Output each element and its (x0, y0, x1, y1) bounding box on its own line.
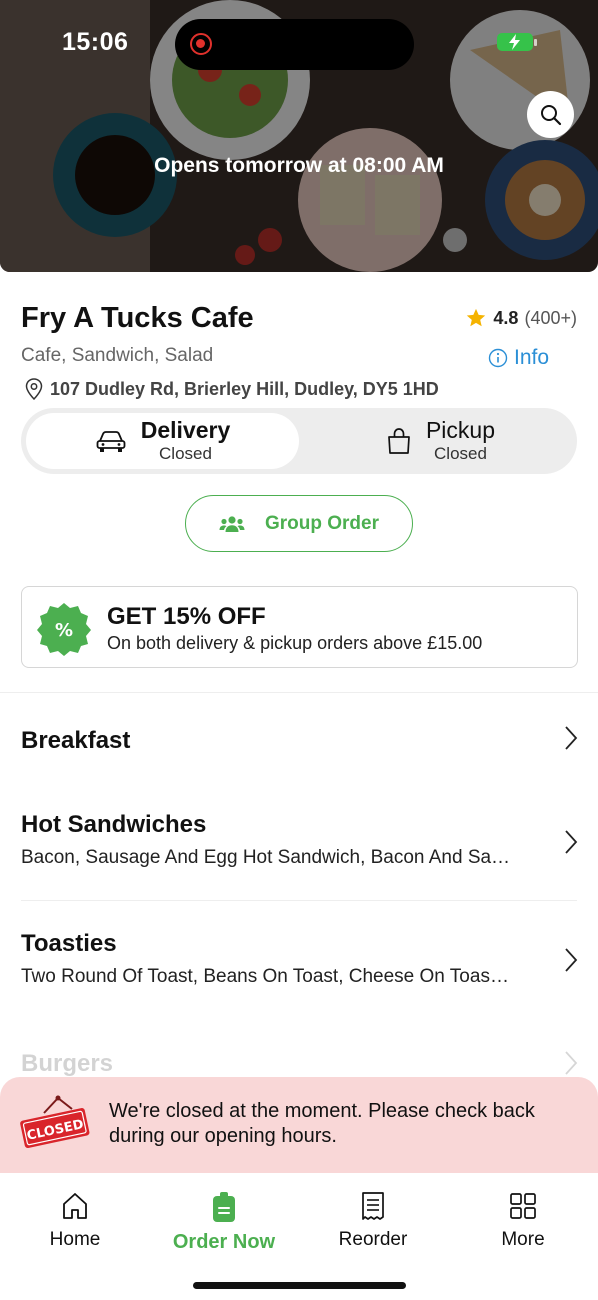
shop-address: 107 Dudley Rd, Brierley Hill, Dudley, DY… (24, 378, 439, 400)
category-name: Burgers (21, 1050, 114, 1077)
shop-rating: 4.8 (400+) (465, 307, 577, 329)
discount-badge-icon: % (37, 603, 91, 656)
category-name: Hot Sandwiches (21, 811, 207, 838)
chevron-right-icon[interactable] (563, 725, 579, 751)
section-divider (0, 692, 598, 693)
category-name: Toasties (21, 930, 117, 957)
category-burgers[interactable]: Burgers (21, 1050, 581, 1078)
category-name: Breakfast (21, 727, 131, 754)
group-people-icon (219, 515, 245, 532)
pickup-option[interactable]: Pickup Closed (304, 413, 577, 469)
status-bar-time: 15:06 (62, 28, 129, 56)
group-order-button[interactable]: Group Order (185, 495, 413, 552)
category-items-preview: Two Round Of Toast, Beans On Toast, Chee… (21, 966, 509, 987)
group-order-label: Group Order (264, 512, 379, 534)
info-icon (488, 348, 508, 368)
home-indicator[interactable] (193, 1282, 406, 1289)
battery-icon (497, 33, 537, 51)
rating-count: (400+) (524, 307, 577, 328)
screen-recording-icon (190, 33, 212, 55)
nav-label: Order Now (172, 1231, 276, 1253)
nav-reorder[interactable]: Reorder (313, 1191, 433, 1251)
order-bag-icon (213, 1192, 235, 1222)
address-text: 107 Dudley Rd, Brierley Hill, Dudley, DY… (50, 378, 439, 399)
search-button[interactable] (527, 91, 574, 138)
bottom-navigation: Home Order Now Reorder More (0, 1173, 598, 1300)
chevron-right-icon[interactable] (563, 1050, 579, 1076)
nav-order-now[interactable]: Order Now (164, 1191, 284, 1254)
opening-hours-message: Opens tomorrow at 08:00 AM (154, 154, 444, 177)
category-hot-sandwiches[interactable]: Hot Sandwiches Bacon, Sausage And Egg Ho… (21, 811, 581, 869)
chevron-right-icon[interactable] (563, 947, 579, 973)
closed-message: We're closed at the moment. Please check… (109, 1100, 535, 1147)
category-breakfast[interactable]: Breakfast (21, 727, 581, 755)
chevron-right-icon[interactable] (563, 829, 579, 855)
closed-banner: CLOSED We're closed at the moment. Pleas… (0, 1077, 598, 1173)
nav-label: Reorder (338, 1229, 408, 1250)
nav-label: More (501, 1229, 545, 1250)
order-mode-toggle: Delivery Closed Pickup Closed (21, 408, 577, 474)
star-icon (467, 308, 486, 327)
category-items-preview: Bacon, Sausage And Egg Hot Sandwich, Bac… (21, 847, 511, 868)
pickup-label: Pickup (425, 417, 496, 443)
info-link[interactable]: Info (488, 346, 549, 370)
category-divider (21, 900, 577, 901)
grid-icon (510, 1193, 536, 1219)
closed-sign-icon: CLOSED (20, 1095, 90, 1149)
promo-description: On both delivery & pickup orders above £… (107, 633, 483, 653)
search-icon (540, 104, 561, 125)
location-pin-icon (25, 378, 43, 400)
nav-label: Home (49, 1229, 101, 1250)
pickup-status: Closed (434, 444, 487, 463)
delivery-option[interactable]: Delivery Closed (26, 413, 299, 469)
info-label: Info (514, 346, 550, 369)
receipt-icon (362, 1192, 384, 1220)
nav-more[interactable]: More (463, 1191, 583, 1251)
category-toasties[interactable]: Toasties Two Round Of Toast, Beans On To… (21, 930, 581, 988)
shop-cuisine: Cafe, Sandwich, Salad (21, 345, 214, 366)
delivery-status: Closed (159, 444, 212, 463)
car-icon (96, 431, 126, 452)
svg-text:%: % (55, 620, 73, 641)
dynamic-island (175, 19, 414, 70)
home-icon (63, 1193, 87, 1219)
nav-home[interactable]: Home (15, 1191, 135, 1251)
shop-name: Fry A Tucks Cafe (21, 302, 254, 334)
promo-title: GET 15% OFF (107, 603, 266, 630)
rating-value: 4.8 (493, 307, 519, 328)
delivery-label: Delivery (140, 417, 231, 443)
promo-card[interactable]: % GET 15% OFF On both delivery & pickup … (21, 586, 578, 668)
shopping-bag-icon (388, 428, 410, 454)
